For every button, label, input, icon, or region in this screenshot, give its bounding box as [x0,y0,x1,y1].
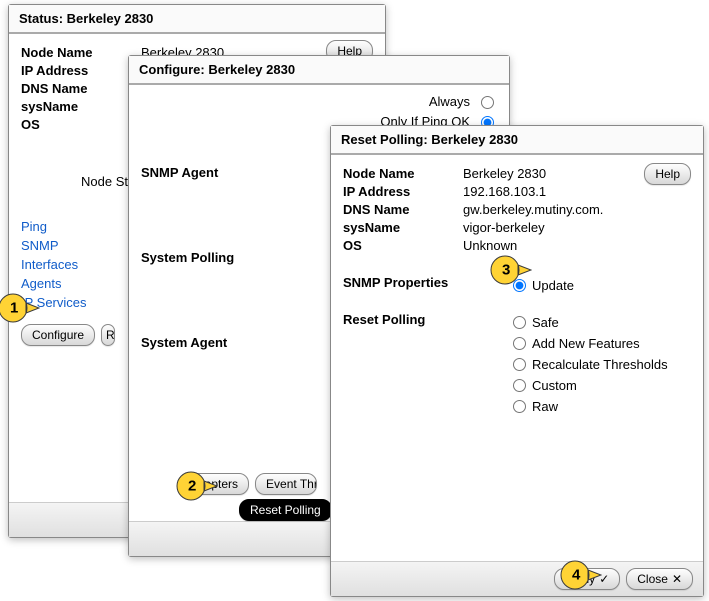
opt-update[interactable]: Update [513,278,574,293]
label-ip: IP Address [343,183,463,201]
reset-polling-button[interactable]: Reset Polling [239,499,332,521]
label-dns: DNS Name [343,201,463,219]
reset-polling-panel: Reset Polling: Berkeley 2830 Help Node N… [330,125,704,597]
apply-button[interactable]: Apply [554,568,620,590]
opt-safe[interactable]: Safe [513,315,668,330]
label-sysname: sysName [21,98,141,116]
value-dns: gw.berkeley.mutiny.com. [463,201,663,219]
adapters-button[interactable]: Adapters [179,473,249,495]
label-dns: DNS Name [21,80,141,98]
opt-custom[interactable]: Custom [513,378,668,393]
opt-recalculate-thresholds[interactable]: Recalculate Thresholds [513,357,668,372]
opt-add-new-features[interactable]: Add New Features [513,336,668,351]
close-button[interactable]: Close [626,568,693,590]
label-os: OS [343,237,463,255]
value-os: Unknown [463,237,663,255]
label-sysname: sysName [343,219,463,237]
label-ip: IP Address [21,62,141,80]
label-snmp-properties: SNMP Properties [343,275,513,296]
configure-button[interactable]: Configure [21,324,95,346]
value-sysname: vigor-berkeley [463,219,663,237]
label-node-name: Node Name [343,165,463,183]
status-title: Status: Berkeley 2830 [9,5,385,34]
event-thresholds-button[interactable]: Event Thresholds [255,473,317,495]
label-os: OS [21,116,141,134]
value-ip: 192.168.103.1 [463,183,663,201]
reset-title: Reset Polling: Berkeley 2830 [331,126,703,155]
value-node-name: Berkeley 2830 [463,165,663,183]
opt-always[interactable]: Always [380,93,497,109]
label-node-name: Node Name [21,44,141,62]
configure-title: Configure: Berkeley 2830 [129,56,509,85]
opt-raw[interactable]: Raw [513,399,668,414]
label-reset-polling: Reset Polling [343,312,513,417]
status-button-partial[interactable]: R [101,324,115,346]
